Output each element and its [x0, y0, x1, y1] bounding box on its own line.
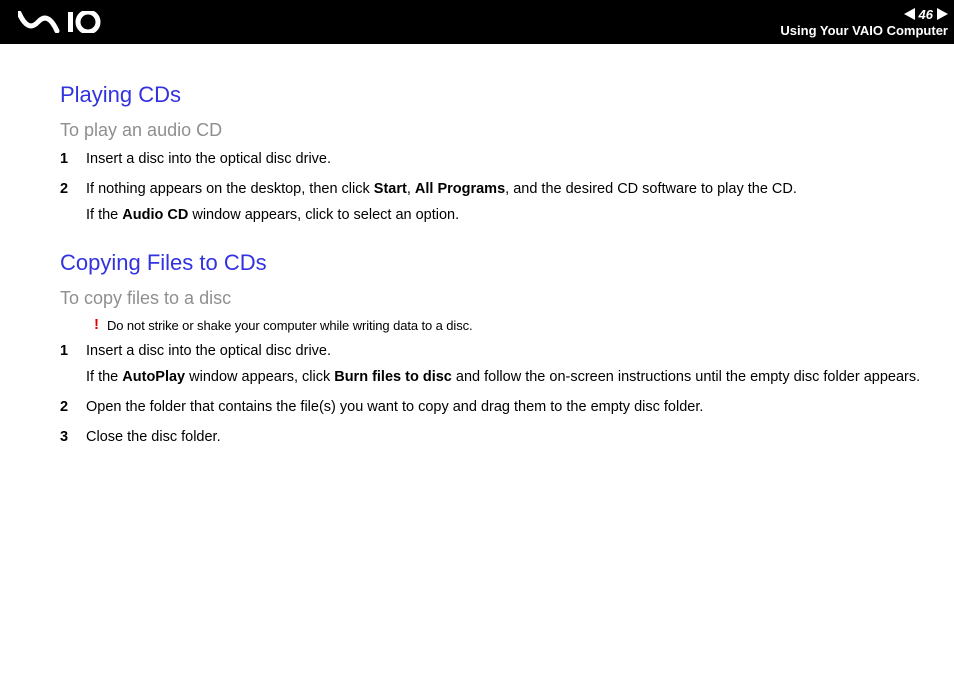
step-number: 1: [60, 341, 70, 363]
exclamation-icon: !: [94, 317, 99, 332]
step-body: Close the disc folder.: [86, 427, 924, 449]
list-item: 2 If nothing appears on the desktop, the…: [60, 179, 924, 227]
warning-text: Do not strike or shake your computer whi…: [107, 318, 473, 333]
page-number: 46: [919, 7, 933, 22]
steps-playing: 1 Insert a disc into the optical disc dr…: [60, 149, 924, 226]
subheading-copy-files: To copy files to a disc: [60, 288, 924, 309]
step-number: 1: [60, 149, 70, 171]
list-item: 2 Open the folder that contains the file…: [60, 397, 924, 419]
step-body: Open the folder that contains the file(s…: [86, 397, 924, 419]
step-number: 3: [60, 427, 70, 449]
page-content: Playing CDs To play an audio CD 1 Insert…: [0, 44, 954, 448]
list-item: 3 Close the disc folder.: [60, 427, 924, 449]
list-item: 1 Insert a disc into the optical disc dr…: [60, 341, 924, 389]
step-number: 2: [60, 397, 70, 419]
subheading-play-audio-cd: To play an audio CD: [60, 120, 924, 141]
section-label: Using Your VAIO Computer: [780, 23, 948, 38]
step-subline: If the Audio CD window appears, click to…: [86, 205, 924, 227]
next-page-arrow-icon[interactable]: [937, 8, 948, 20]
warning-note: ! Do not strike or shake your computer w…: [94, 317, 924, 333]
step-body: If nothing appears on the desktop, then …: [86, 179, 924, 227]
step-body: Insert a disc into the optical disc driv…: [86, 341, 924, 389]
list-item: 1 Insert a disc into the optical disc dr…: [60, 149, 924, 171]
step-subline: If the AutoPlay window appears, click Bu…: [86, 367, 924, 389]
vaio-logo: [18, 0, 128, 44]
step-body: Insert a disc into the optical disc driv…: [86, 149, 924, 171]
heading-playing-cds: Playing CDs: [60, 82, 924, 108]
step-number: 2: [60, 179, 70, 201]
steps-copying: 1 Insert a disc into the optical disc dr…: [60, 341, 924, 448]
header-right: 46 Using Your VAIO Computer: [780, 7, 948, 38]
page-header: 46 Using Your VAIO Computer: [0, 0, 954, 44]
heading-copying-files: Copying Files to CDs: [60, 250, 924, 276]
page-navigation: 46: [904, 7, 948, 22]
prev-page-arrow-icon[interactable]: [904, 8, 915, 20]
